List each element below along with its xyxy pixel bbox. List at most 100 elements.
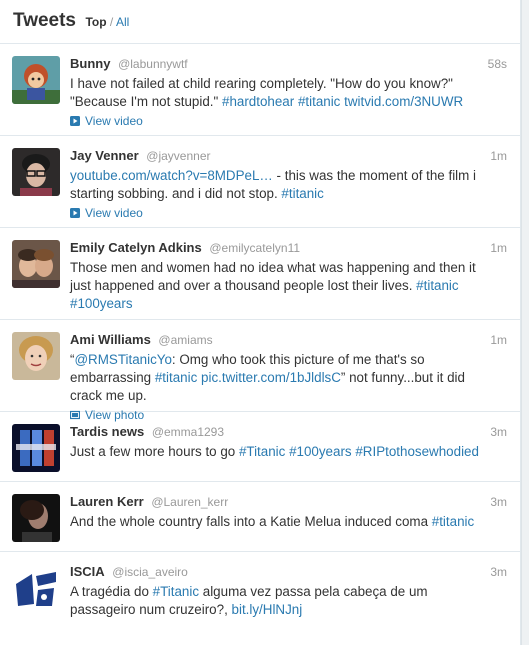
avatar[interactable]: [12, 56, 60, 104]
filter-separator: /: [109, 15, 114, 29]
tweet-text-segment: Those men and women had no idea what was…: [70, 260, 476, 275]
author-handle[interactable]: @jayvenner: [146, 149, 210, 163]
avatar[interactable]: [12, 332, 60, 380]
author-handle[interactable]: @amiams: [158, 333, 212, 347]
tweet-timestamp[interactable]: 1m: [490, 241, 507, 255]
hashtag-link[interactable]: #RIPtothosewhodied: [355, 444, 479, 459]
url-link[interactable]: pic.twitter.com/1bJldlsC: [201, 370, 341, 385]
author-handle[interactable]: @emma1293: [152, 425, 224, 439]
url-link[interactable]: twitvid.com/3NUWR: [344, 94, 463, 109]
tweet-text-line: “@RMSTitanicYo: Omg who took this pictur…: [70, 351, 510, 369]
hashtag-link[interactable]: #100years: [70, 296, 133, 311]
tweet-text-segment: - this was the moment of the film i: [272, 168, 476, 183]
author-handle[interactable]: @iscia_aveiro: [112, 565, 188, 579]
tweet-timestamp[interactable]: 1m: [490, 333, 507, 347]
tweet-text-line: crack me up.: [70, 387, 510, 405]
avatar[interactable]: [12, 494, 60, 542]
author-name[interactable]: Jay Venner: [70, 148, 139, 163]
author-name[interactable]: Emily Catelyn Adkins: [70, 240, 202, 255]
avatar[interactable]: [12, 148, 60, 196]
mention-link[interactable]: @RMSTitanicYo: [74, 352, 171, 367]
tweet-text-segment: : Omg who took this picture of me that's…: [171, 352, 425, 367]
author-name[interactable]: Lauren Kerr: [70, 494, 144, 509]
tweets-header: Tweets Top / All: [0, 0, 520, 44]
author-name[interactable]: Ami Williams: [70, 332, 151, 347]
view-video-link[interactable]: View video: [70, 206, 520, 222]
tweet-text-line: embarrassing #titanic pic.twitter.com/1b…: [70, 369, 510, 387]
author-name[interactable]: ISCIA: [70, 564, 105, 579]
tweet-text-line: youtube.com/watch?v=8MDPeL… - this was t…: [70, 167, 510, 185]
hashtag-link[interactable]: #titanic: [281, 186, 323, 201]
cartoon-bunny-avatar-image: [12, 56, 60, 104]
doctor-who-logo-avatar-image: [12, 424, 60, 472]
tweet-timestamp[interactable]: 1m: [490, 149, 507, 163]
author-handle[interactable]: @Lauren_kerr: [151, 495, 228, 509]
tweets-panel: Tweets Top / All Bunny @labunnywtf 58s I…: [0, 0, 521, 645]
tweet-item[interactable]: Emily Catelyn Adkins @emilycatelyn11 1m …: [0, 228, 520, 320]
hashtag-link[interactable]: #titanic: [298, 94, 340, 109]
tweet-text-line: starting sobbing. and i did not stop. #t…: [70, 185, 510, 203]
tweet-item[interactable]: Tardis news @emma1293 3m Just a few more…: [0, 412, 520, 482]
tweet-header: Emily Catelyn Adkins @emilycatelyn11: [70, 240, 520, 256]
tweet-timestamp[interactable]: 3m: [490, 425, 507, 439]
tweet-timestamp[interactable]: 3m: [490, 495, 507, 509]
tweet-item[interactable]: Ami Williams @amiams 1m “@RMSTitanicYo: …: [0, 320, 520, 422]
tweet-header: Bunny @labunnywtf: [70, 56, 520, 72]
tweet-text-segment: Just a few more hours to go: [70, 444, 239, 459]
author-handle[interactable]: @labunnywtf: [118, 57, 188, 71]
play-icon: [70, 116, 80, 126]
tweet-text-line: #100years: [70, 295, 510, 313]
tweet-text-segment: embarrassing: [70, 370, 155, 385]
tweet-item[interactable]: Lauren Kerr @Lauren_kerr 3m And the whol…: [0, 482, 520, 552]
tweet-timestamp[interactable]: 3m: [490, 565, 507, 579]
tweet-text-segment: just happened and over a thousand people…: [70, 278, 417, 293]
tweet-text: “@RMSTitanicYo: Omg who took this pictur…: [70, 351, 510, 405]
tweet-text: A tragédia do #Titanic alguma vez passa …: [70, 583, 510, 619]
tweet-header: Tardis news @emma1293: [70, 424, 520, 440]
hashtag-link[interactable]: #titanic: [432, 514, 474, 529]
tweet-text-segment: starting sobbing. and i did not stop.: [70, 186, 282, 201]
tweet-text: Just a few more hours to go #Titanic #10…: [70, 443, 510, 461]
url-link[interactable]: bit.ly/HlNJnj: [232, 602, 303, 617]
tweet-text-line: A tragédia do #Titanic alguma vez passa …: [70, 583, 510, 601]
tweet-item[interactable]: Jay Venner @jayvenner 1m youtube.com/wat…: [0, 136, 520, 228]
hashtag-link[interactable]: #Titanic: [153, 584, 199, 599]
hashtag-link[interactable]: #titanic: [416, 278, 458, 293]
url-link[interactable]: youtube.com/watch?v=8MDPeL…: [70, 168, 273, 183]
hashtag-link[interactable]: #titanic: [155, 370, 197, 385]
tweet-text-segment: ” not funny...but it did: [340, 370, 465, 385]
author-handle[interactable]: @emilycatelyn11: [209, 241, 300, 255]
profile-photo-avatar-image: [12, 240, 60, 288]
tweet-text-segment: A tragédia do: [70, 584, 153, 599]
hashtag-link[interactable]: #100years: [289, 444, 352, 459]
tweet-text-line: And the whole country falls into a Katie…: [70, 513, 510, 531]
tweet-text-line: I have not failed at child rearing compl…: [70, 75, 510, 93]
tweet-filter: Top / All: [85, 15, 129, 29]
tweet-text: Those men and women had no idea what was…: [70, 259, 510, 313]
tweet-item[interactable]: Bunny @labunnywtf 58s I have not failed …: [0, 44, 520, 136]
avatar[interactable]: [12, 564, 60, 612]
tweet-text-line: Those men and women had no idea what was…: [70, 259, 510, 277]
media-label: View video: [85, 206, 143, 220]
play-icon: [70, 208, 80, 218]
tweet-text: And the whole country falls into a Katie…: [70, 513, 510, 531]
tweet-text-segment: And the whole country falls into a Katie…: [70, 514, 432, 529]
tweet-text-segment: crack me up.: [70, 388, 147, 403]
view-video-link[interactable]: View video: [70, 114, 520, 130]
avatar[interactable]: [12, 240, 60, 288]
avatar[interactable]: [12, 424, 60, 472]
tweet-item[interactable]: ISCIA @iscia_aveiro 3m A tragédia do #Ti…: [0, 552, 520, 644]
tweet-text: I have not failed at child rearing compl…: [70, 75, 510, 111]
filter-all-link[interactable]: All: [116, 15, 129, 29]
author-name[interactable]: Bunny: [70, 56, 110, 71]
tweet-text-line: Just a few more hours to go #Titanic #10…: [70, 443, 510, 461]
filter-top[interactable]: Top: [85, 15, 106, 29]
profile-photo-avatar-image: [12, 494, 60, 542]
tweet-text-line: passageiro num cruzeiro?, bit.ly/HlNJnj: [70, 601, 510, 619]
author-name[interactable]: Tardis news: [70, 424, 144, 439]
hashtag-link[interactable]: #Titanic: [239, 444, 285, 459]
scrollbar[interactable]: [521, 0, 529, 645]
hashtag-link[interactable]: #hardtohear: [222, 94, 294, 109]
tweet-timestamp[interactable]: 58s: [488, 57, 507, 71]
tweet-header: Jay Venner @jayvenner: [70, 148, 520, 164]
